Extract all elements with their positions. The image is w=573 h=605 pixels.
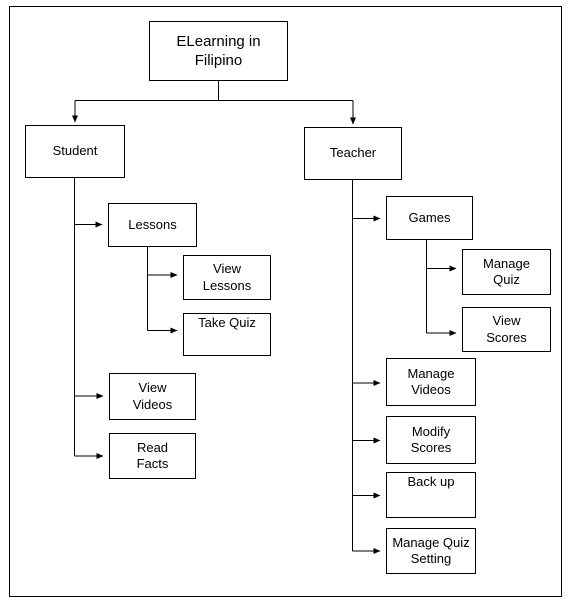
node-label: Manage Videos bbox=[407, 365, 455, 397]
node-view-videos[interactable]: View Videos bbox=[109, 373, 196, 420]
diagram-border-frame bbox=[9, 6, 562, 597]
node-label: Teacher bbox=[329, 145, 377, 161]
node-elearning-in-filipino[interactable]: ELearning in Filipino bbox=[149, 21, 288, 81]
node-take-quiz[interactable]: Take Quiz bbox=[183, 313, 271, 356]
node-label: View Lessons bbox=[202, 261, 252, 293]
node-student[interactable]: Student bbox=[25, 125, 125, 178]
node-label: Take Quiz bbox=[198, 315, 256, 330]
node-view-lessons[interactable]: View Lessons bbox=[183, 255, 271, 300]
node-label: Back up bbox=[407, 474, 455, 489]
node-label: Manage Quiz bbox=[483, 255, 530, 287]
node-manage-videos[interactable]: Manage Videos bbox=[386, 358, 476, 406]
diagram-canvas: ELearning in Filipino Student Teacher Le… bbox=[0, 0, 573, 605]
node-modify-scores[interactable]: Modify Scores bbox=[386, 416, 476, 464]
node-label: Read Facts bbox=[136, 439, 169, 471]
node-label: ELearning in Filipino bbox=[176, 32, 261, 70]
node-lessons[interactable]: Lessons bbox=[108, 203, 197, 247]
node-label: View Videos bbox=[132, 380, 173, 412]
node-games[interactable]: Games bbox=[386, 196, 473, 240]
node-label: Student bbox=[52, 143, 98, 159]
node-label: Manage Quiz Setting bbox=[392, 534, 470, 566]
node-view-scores[interactable]: View Scores bbox=[462, 307, 551, 352]
node-label: View Scores bbox=[486, 313, 527, 345]
node-manage-quiz-setting[interactable]: Manage Quiz Setting bbox=[386, 528, 476, 574]
node-label: Modify Scores bbox=[410, 423, 452, 455]
node-label: Games bbox=[408, 209, 451, 225]
node-back-up[interactable]: Back up bbox=[386, 472, 476, 518]
node-read-facts[interactable]: Read Facts bbox=[109, 433, 196, 479]
node-label: Lessons bbox=[128, 216, 177, 232]
node-teacher[interactable]: Teacher bbox=[304, 127, 402, 180]
node-manage-quiz[interactable]: Manage Quiz bbox=[462, 249, 551, 295]
